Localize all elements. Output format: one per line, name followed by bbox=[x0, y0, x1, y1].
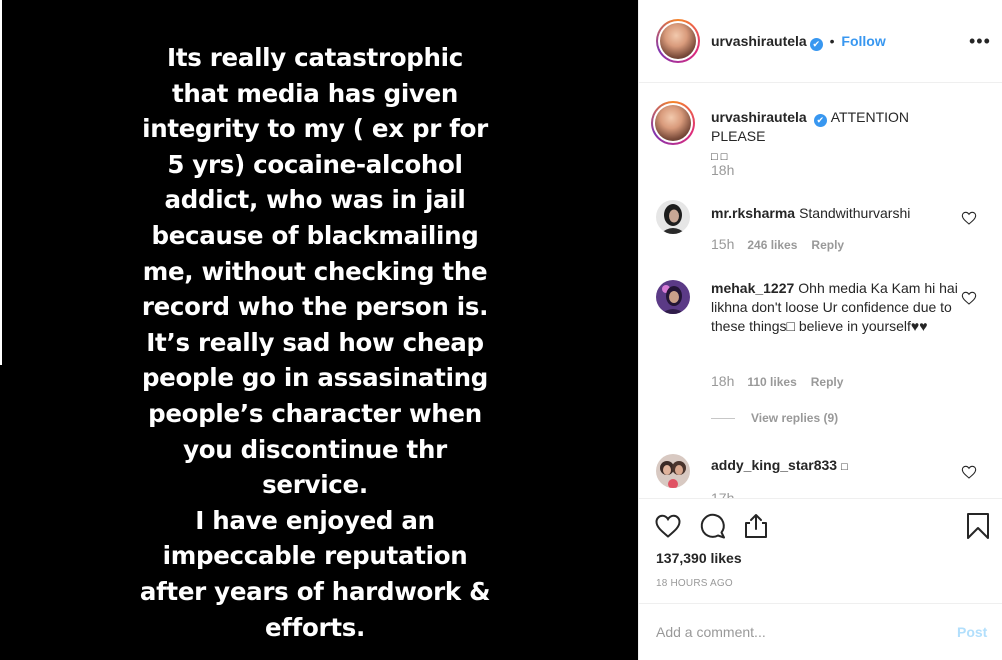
separator-dot: • bbox=[829, 33, 835, 49]
comment-meta: 17h bbox=[711, 490, 747, 498]
comment-username[interactable]: addy_king_star833 bbox=[711, 457, 837, 473]
comment-meta: 15h 246 likes Reply bbox=[711, 236, 844, 252]
caption-username[interactable]: urvashirautela bbox=[711, 109, 807, 125]
story-text-line: It’s really sad how cheap bbox=[146, 327, 484, 357]
view-replies-label: View replies (9) bbox=[751, 411, 839, 425]
story-text-line: integrity to my ( ex pr for bbox=[142, 114, 488, 144]
like-comment-icon[interactable] bbox=[961, 210, 977, 226]
share-icon[interactable] bbox=[742, 512, 770, 540]
like-heart-icon[interactable] bbox=[654, 512, 682, 540]
verified-icon: ✔ bbox=[809, 38, 823, 51]
reply-button[interactable]: Reply bbox=[811, 238, 844, 252]
story-text: Its really catastrophic that media has gi… bbox=[0, 40, 630, 645]
comment-text: addy_king_star833 □ bbox=[711, 456, 966, 477]
comment-body: □ bbox=[841, 461, 848, 473]
caption-text: urvashirautela ✔ ATTENTION PLEASE □ □ bbox=[711, 108, 966, 167]
post-header: urvashirautela ✔ • Follow ••• bbox=[639, 0, 1002, 83]
add-comment-bar: Post bbox=[639, 603, 1002, 660]
comment-likes[interactable]: 110 likes bbox=[747, 375, 796, 389]
author-avatar[interactable] bbox=[656, 19, 700, 63]
story-text-line: people’s character when bbox=[148, 398, 482, 428]
story-text-line: people go in assasinating bbox=[141, 363, 489, 393]
reply-button[interactable]: Reply bbox=[811, 375, 844, 389]
posted-time: 18 HOURS AGO bbox=[656, 578, 733, 589]
story-text-line: I have enjoyed an bbox=[195, 505, 435, 535]
bookmark-icon[interactable] bbox=[964, 512, 992, 540]
caption-time: 18h bbox=[711, 162, 735, 178]
comment-time: 15h bbox=[711, 236, 735, 252]
story-text-line: because of blackmailing bbox=[151, 220, 479, 250]
story-text-line: record who the person is. bbox=[141, 292, 489, 322]
commenter-avatar[interactable] bbox=[656, 454, 690, 488]
like-comment-icon[interactable] bbox=[961, 290, 977, 306]
like-comment-icon[interactable] bbox=[961, 464, 977, 480]
story-text-line: 5 yrs) cocaine-alcohol bbox=[167, 149, 463, 179]
likes-count[interactable]: 137,390 likes bbox=[656, 550, 742, 566]
comment-bubble-icon[interactable] bbox=[699, 512, 727, 540]
comment-text: mr.rksharma Standwithurvarshi bbox=[711, 204, 966, 223]
comment-username[interactable]: mr.rksharma bbox=[711, 205, 795, 221]
commenter-avatar[interactable] bbox=[656, 280, 690, 314]
verified-icon: ✔ bbox=[813, 114, 827, 127]
post-sidebar: urvashirautela ✔ • Follow ••• urvashiraut… bbox=[638, 0, 1002, 660]
story-text-line: me, without checking the bbox=[142, 256, 488, 286]
comment-likes[interactable]: 246 likes bbox=[747, 238, 797, 252]
comment-meta: 18h 110 likes Reply bbox=[711, 373, 843, 389]
comment-time: 18h bbox=[711, 373, 735, 389]
more-options-icon[interactable]: ••• bbox=[969, 31, 991, 52]
story-text-line: service. bbox=[262, 470, 368, 500]
caption-meta: 18h bbox=[711, 162, 747, 178]
story-text-line: that media has given bbox=[171, 78, 459, 108]
comment-time: 17h bbox=[711, 490, 735, 498]
author-username[interactable]: urvashirautela bbox=[711, 33, 807, 49]
post-comment-button[interactable]: Post bbox=[957, 624, 987, 640]
story-text-line: impeccable reputation bbox=[162, 541, 468, 571]
comment-text: mehak_1227 Ohh media Ka Kam hi hai likhna… bbox=[711, 279, 966, 336]
story-text-line: efforts. bbox=[264, 612, 366, 642]
story-text-line: Its really catastrophic bbox=[167, 43, 463, 72]
follow-button[interactable]: Follow bbox=[841, 33, 885, 49]
commenter-avatar[interactable] bbox=[656, 200, 690, 234]
comment-input[interactable] bbox=[656, 624, 936, 640]
story-text-line: after years of hardwork & bbox=[139, 576, 491, 606]
comments-list[interactable]: urvashirautela ✔ ATTENTION PLEASE □ □ 18h … bbox=[639, 84, 1002, 498]
replies-divider bbox=[711, 418, 735, 420]
caption-avatar[interactable] bbox=[651, 101, 695, 145]
comment-username[interactable]: mehak_1227 bbox=[711, 280, 794, 296]
header-author: urvashirautela ✔ • Follow bbox=[711, 33, 886, 51]
story-text-line: you discontinue thr bbox=[183, 434, 447, 464]
comment-body: Standwithurvarshi bbox=[799, 205, 911, 221]
view-replies-button[interactable]: View replies (9) bbox=[711, 411, 838, 425]
story-text-line: addict, who was in jail bbox=[164, 185, 466, 215]
post-actions: 137,390 likes 18 HOURS AGO Post bbox=[639, 498, 1002, 660]
post-image[interactable]: Its really catastrophic that media has gi… bbox=[0, 0, 638, 660]
